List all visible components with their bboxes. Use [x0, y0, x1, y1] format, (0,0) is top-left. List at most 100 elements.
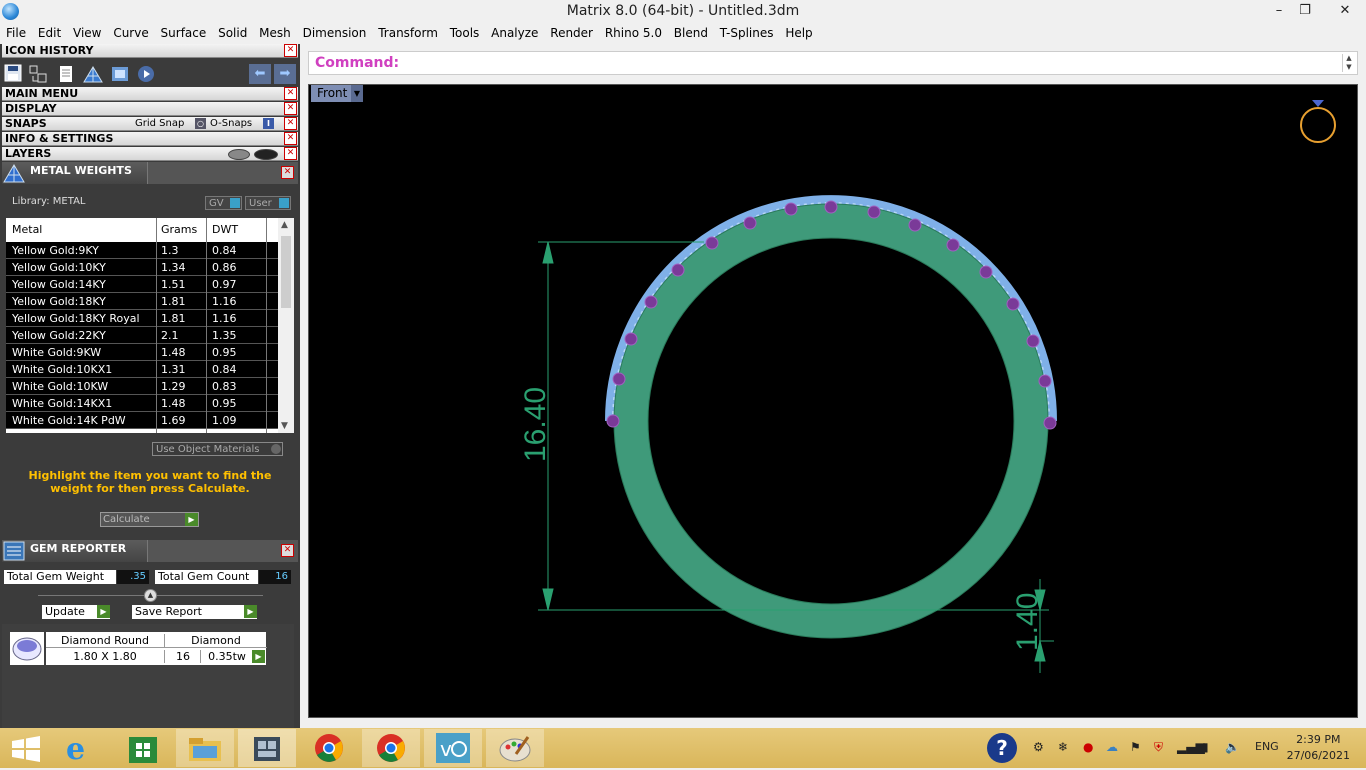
snaps-bar[interactable]: SNAPS Grid Snap ○ O-Snaps I ✕: [2, 117, 298, 131]
file-explorer-icon[interactable]: [176, 729, 234, 767]
menu-help[interactable]: Help: [781, 23, 816, 44]
save-icon[interactable]: [4, 64, 24, 84]
volume-icon[interactable]: 🔈: [1225, 740, 1240, 754]
eye-icon[interactable]: [254, 149, 278, 160]
help-icon[interactable]: ?: [987, 733, 1017, 763]
table-scrollbar[interactable]: ▲ ▼: [278, 218, 294, 433]
gem-count: 16: [164, 650, 201, 663]
menu-render[interactable]: Render: [546, 23, 597, 44]
menu-surface[interactable]: Surface: [157, 23, 211, 44]
grid-snap-toggle[interactable]: ○: [195, 118, 206, 129]
matrix-icon[interactable]: [238, 729, 296, 767]
front-viewport[interactable]: Front ▼ 16.40 1.40: [308, 84, 1358, 718]
metal-table: Metal Grams DWT Yellow Gold:9KY 1.3 0.84 Y…: [6, 218, 294, 433]
close-icon[interactable]: ✕: [284, 117, 297, 130]
language-indicator[interactable]: ENG: [1255, 740, 1279, 753]
table-row[interactable]: Yellow Gold:9KY 1.3 0.84: [6, 242, 278, 259]
menu-edit[interactable]: Edit: [34, 23, 65, 44]
menu-blend[interactable]: Blend: [670, 23, 712, 44]
menu-rhino5[interactable]: Rhino 5.0: [601, 23, 666, 44]
table-row[interactable]: White Gold:9KW 1.48 0.95: [6, 344, 278, 361]
close-icon[interactable]: ✕: [284, 102, 297, 115]
slider-handle[interactable]: ▲: [144, 589, 157, 602]
flag-icon[interactable]: ⚑: [1130, 740, 1141, 754]
forward-arrow-icon[interactable]: ➡: [274, 64, 296, 84]
battery-icon[interactable]: ▮: [1202, 740, 1209, 754]
gem-setting-icon[interactable]: [82, 64, 103, 84]
network-icon[interactable]: ▂▄▆: [1177, 740, 1205, 754]
menu-view[interactable]: View: [69, 23, 105, 44]
chrome-icon[interactable]: [362, 729, 420, 767]
paint-icon[interactable]: [486, 729, 544, 767]
column-grams[interactable]: Grams: [161, 223, 197, 236]
start-icon[interactable]: [0, 729, 58, 767]
back-arrow-icon[interactable]: ⬅: [249, 64, 271, 84]
user-toggle[interactable]: User: [245, 196, 291, 210]
close-icon[interactable]: ✕: [281, 166, 294, 179]
menu-transform[interactable]: Transform: [374, 23, 442, 44]
internet-explorer-icon[interactable]: e: [52, 729, 110, 767]
table-row[interactable]: White Gold:10KX1 1.31 0.84: [6, 361, 278, 378]
info-settings-bar[interactable]: INFO & SETTINGS ✕: [2, 132, 298, 146]
gem-thumbnail[interactable]: [10, 632, 44, 665]
close-icon[interactable]: ✕: [284, 147, 297, 160]
table-row[interactable]: Yellow Gold:14KY 1.51 0.97: [6, 276, 278, 293]
vectorworks-icon[interactable]: v: [424, 729, 482, 767]
tray-app-icon[interactable]: ⚙: [1033, 740, 1044, 754]
menu-tsplines[interactable]: T-Splines: [716, 23, 778, 44]
close-icon[interactable]: ✕: [284, 132, 297, 145]
render-icon[interactable]: [110, 64, 130, 84]
play-macro-icon[interactable]: [136, 64, 156, 84]
update-button[interactable]: Update ▶: [42, 605, 110, 619]
document-icon[interactable]: [56, 64, 76, 84]
play-icon[interactable]: ▶: [252, 650, 265, 663]
store-icon[interactable]: [114, 729, 172, 767]
main-menu-bar[interactable]: MAIN MENU ✕: [2, 87, 298, 101]
calculate-button[interactable]: Calculate ▶: [100, 512, 199, 527]
layers-bar[interactable]: LAYERS ✕: [2, 147, 298, 161]
icon-history-bar[interactable]: ICON HISTORY ✕: [2, 44, 298, 58]
menu-dimension[interactable]: Dimension: [299, 23, 371, 44]
menu-analyze[interactable]: Analyze: [487, 23, 542, 44]
gem-row[interactable]: Diamond Round Diamond 1.80 X 1.80 16 0.3…: [46, 632, 267, 665]
table-row[interactable]: Yellow Gold:22KY 2.1 1.35: [6, 327, 278, 344]
clock[interactable]: 2:39 PM 27/06/2021: [1287, 732, 1350, 764]
table-row[interactable]: Yellow Gold:18KY Royal 1.81 1.16: [6, 310, 278, 327]
snowflake-icon[interactable]: ❄: [1058, 740, 1068, 754]
o-snaps-toggle[interactable]: I: [263, 118, 274, 129]
menu-file[interactable]: File: [2, 23, 30, 44]
scroll-down-icon[interactable]: ▼: [281, 421, 288, 431]
command-input[interactable]: [401, 54, 1335, 74]
table-row[interactable]: White Gold:10KW 1.29 0.83: [6, 378, 278, 395]
close-button[interactable]: ✕: [1324, 0, 1366, 22]
chrome-icon[interactable]: [300, 729, 358, 767]
close-icon[interactable]: ✕: [281, 544, 294, 557]
transform-icon[interactable]: [28, 64, 48, 84]
table-row[interactable]: Yellow Gold:18KY 1.81 1.16: [6, 293, 278, 310]
menu-tools[interactable]: Tools: [446, 23, 484, 44]
beats-icon[interactable]: ●: [1083, 740, 1093, 754]
ring-navigator-icon[interactable]: [1300, 100, 1336, 143]
menu-solid[interactable]: Solid: [214, 23, 251, 44]
column-metal[interactable]: Metal: [12, 223, 42, 236]
menu-curve[interactable]: Curve: [109, 23, 152, 44]
command-scroll[interactable]: ▲ ▼: [1342, 54, 1355, 72]
scroll-up-icon[interactable]: ▲: [281, 220, 288, 230]
scrollbar-thumb[interactable]: [281, 236, 291, 308]
table-row[interactable]: White Gold:14KX1 1.48 0.95: [6, 395, 278, 412]
table-row[interactable]: White Gold:14K PdW 1.69 1.09: [6, 412, 278, 429]
save-report-button[interactable]: Save Report ▶: [132, 605, 257, 619]
gv-toggle[interactable]: GV: [205, 196, 242, 210]
use-object-materials-toggle[interactable]: Use Object Materials: [152, 442, 283, 456]
toggle-indicator-icon: [279, 198, 289, 208]
table-row[interactable]: Yellow Gold:10KY 1.34 0.86: [6, 259, 278, 276]
shield-icon[interactable]: ⛨: [1154, 740, 1163, 755]
close-icon[interactable]: ✕: [284, 87, 297, 100]
menu-mesh[interactable]: Mesh: [255, 23, 295, 44]
restore-button[interactable]: ❐: [1290, 0, 1320, 22]
display-bar[interactable]: DISPLAY ✕: [2, 102, 298, 116]
layer-visibility-icon[interactable]: [228, 149, 250, 160]
onedrive-icon[interactable]: ☁: [1106, 740, 1118, 754]
close-icon[interactable]: ✕: [284, 44, 297, 57]
column-dwt[interactable]: DWT: [212, 223, 238, 236]
